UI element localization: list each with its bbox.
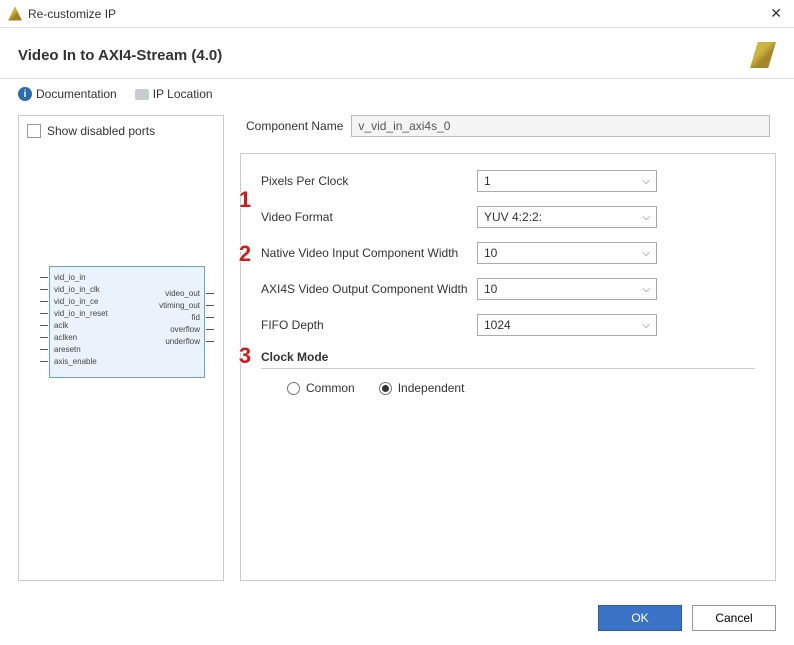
field-fifo-depth: FIFO Depth 1024 ⌵ (261, 314, 755, 336)
pixels-per-clock-value: 1 (484, 174, 491, 188)
documentation-label: Documentation (36, 87, 117, 101)
window-title: Re-customize IP (28, 7, 116, 21)
video-format-select[interactable]: YUV 4:2:2: ⌵ (477, 206, 657, 228)
axi4s-width-select[interactable]: 10 ⌵ (477, 278, 657, 300)
cancel-button[interactable]: Cancel (692, 605, 776, 631)
component-name-input[interactable] (351, 115, 770, 137)
port-label: fid (192, 313, 200, 322)
titlebar: Re-customize IP ✕ (0, 0, 794, 28)
ok-button[interactable]: OK (598, 605, 682, 631)
field-native-width: 2 Native Video Input Component Width 10 … (261, 242, 755, 264)
pixels-per-clock-label: Pixels Per Clock (261, 174, 477, 188)
vendor-logo (750, 42, 776, 68)
port-label: vtiming_out (159, 301, 200, 310)
fifo-depth-label: FIFO Depth (261, 318, 477, 332)
clock-mode-common-radio[interactable]: Common (287, 381, 355, 395)
ip-location-link[interactable]: IP Location (135, 87, 213, 101)
port-label: aclken (54, 333, 77, 342)
field-video-format: 1 Video Format YUV 4:2:2: ⌵ (261, 206, 755, 228)
documentation-link[interactable]: i Documentation (18, 87, 117, 101)
axi4s-width-label: AXI4S Video Output Component Width (261, 282, 477, 296)
annotation-2: 2 (233, 242, 257, 266)
clock-mode-label: Clock Mode (261, 350, 328, 364)
fifo-depth-select[interactable]: 1024 ⌵ (477, 314, 657, 336)
video-format-label: Video Format (261, 210, 477, 224)
port-label: vid_io_in_ce (54, 297, 98, 306)
port-label: aclk (54, 321, 68, 330)
chevron-down-icon: ⌵ (642, 284, 650, 295)
native-width-select[interactable]: 10 ⌵ (477, 242, 657, 264)
pixels-per-clock-select[interactable]: 1 ⌵ (477, 170, 657, 192)
port-label: vid_io_in_reset (54, 309, 108, 318)
clock-mode-radio-group: Common Independent (261, 381, 755, 395)
annotation-1: 1 (233, 188, 257, 212)
fifo-depth-value: 1024 (484, 318, 511, 332)
config-area: Component Name Pixels Per Clock 1 ⌵ 1 Vi… (240, 115, 776, 581)
port-label: video_out (165, 289, 200, 298)
section-divider (261, 368, 755, 369)
ip-location-label: IP Location (153, 87, 213, 101)
chevron-down-icon: ⌵ (642, 176, 650, 187)
clock-mode-independent-label: Independent (398, 381, 465, 395)
linkbar: i Documentation IP Location (0, 79, 794, 115)
app-logo-small (8, 7, 22, 21)
show-disabled-ports-label: Show disabled ports (47, 124, 155, 138)
clock-mode-section-title: 3 Clock Mode (261, 350, 755, 364)
chevron-down-icon: ⌵ (642, 212, 650, 223)
component-name-label: Component Name (246, 119, 343, 133)
show-disabled-ports-checkbox[interactable] (27, 124, 41, 138)
port-label: vid_io_in (54, 273, 86, 282)
port-label: axis_enable (54, 357, 97, 366)
video-format-value: YUV 4:2:2: (484, 210, 542, 224)
page-header: Video In to AXI4-Stream (4.0) (0, 28, 794, 78)
field-pixels-per-clock: Pixels Per Clock 1 ⌵ (261, 170, 755, 192)
chevron-down-icon: ⌵ (642, 248, 650, 259)
clock-mode-common-label: Common (306, 381, 355, 395)
info-icon: i (18, 87, 32, 101)
port-label: overflow (170, 325, 200, 334)
port-label: vid_io_in_clk (54, 285, 100, 294)
dialog-footer: OK Cancel (0, 595, 794, 645)
axi4s-width-value: 10 (484, 282, 497, 296)
port-label: underflow (165, 337, 200, 346)
native-width-label: Native Video Input Component Width (261, 246, 477, 260)
radio-icon (379, 382, 392, 395)
ip-block-diagram: vid_io_in vid_io_in_clk vid_io_in_ce vid… (49, 266, 205, 378)
config-panel: Pixels Per Clock 1 ⌵ 1 Video Format YUV … (240, 153, 776, 581)
field-axi4s-width: AXI4S Video Output Component Width 10 ⌵ (261, 278, 755, 300)
native-width-value: 10 (484, 246, 497, 260)
preview-panel: Show disabled ports vid_io_in vid_io_in_… (18, 115, 224, 581)
chevron-down-icon: ⌵ (642, 320, 650, 331)
close-icon[interactable]: ✕ (766, 5, 786, 22)
content-area: Show disabled ports vid_io_in vid_io_in_… (0, 115, 794, 595)
radio-icon (287, 382, 300, 395)
annotation-3: 3 (233, 344, 257, 368)
page-title: Video In to AXI4-Stream (4.0) (18, 47, 222, 64)
port-label: aresetn (54, 345, 81, 354)
folder-icon (135, 89, 149, 100)
clock-mode-independent-radio[interactable]: Independent (379, 381, 465, 395)
